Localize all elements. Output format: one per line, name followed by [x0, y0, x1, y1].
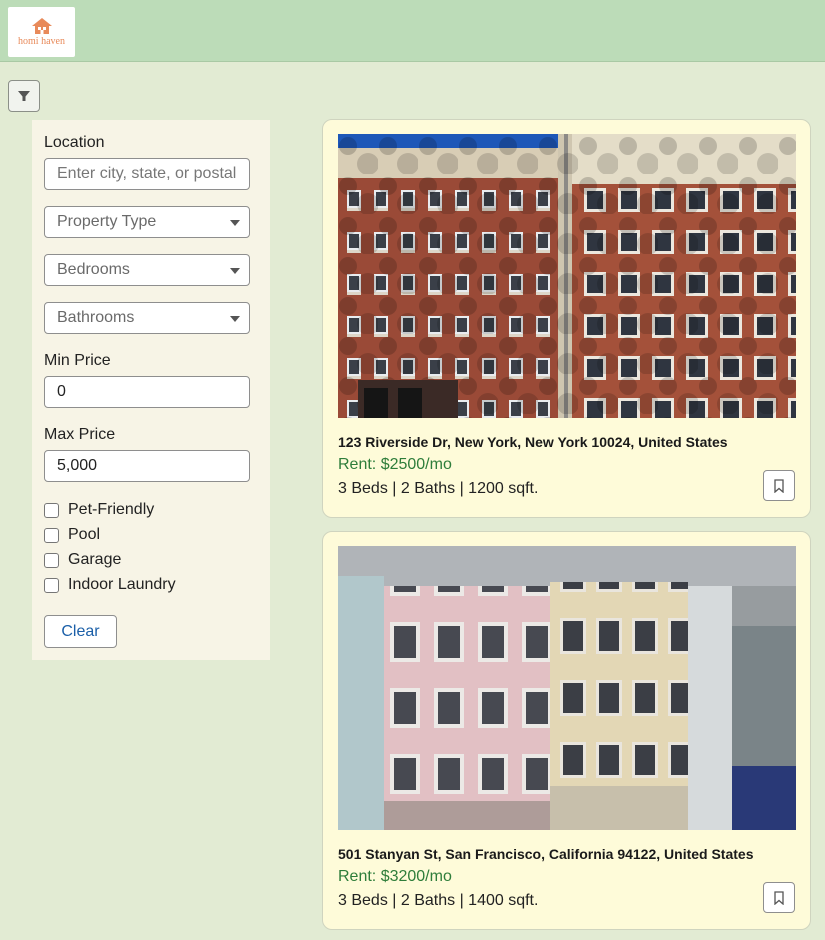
amenity-label: Garage: [68, 551, 122, 568]
listing-rent: Rent: $2500/mo: [338, 456, 452, 473]
property-type-value: Property Type: [57, 213, 157, 230]
chevron-down-icon: [230, 316, 240, 322]
amenity-label: Indoor Laundry: [68, 576, 176, 593]
listing-details: 3 Beds | 2 Baths | 1200 sqft.: [338, 480, 539, 497]
pet-friendly-checkbox[interactable]: [44, 502, 59, 518]
amenity-indoor-laundry[interactable]: Indoor Laundry: [44, 575, 176, 595]
location-label: Location: [44, 134, 105, 151]
bookmark-icon: [774, 890, 784, 905]
filter-panel: Location Property Type Bedrooms Bathroom…: [32, 120, 270, 660]
listing-photo[interactable]: [338, 134, 796, 418]
filter-toggle-button[interactable]: [8, 80, 40, 112]
bookmark-button[interactable]: [763, 470, 795, 501]
bedrooms-select[interactable]: Bedrooms: [44, 254, 250, 286]
house-icon: [31, 18, 52, 34]
indoor-laundry-checkbox[interactable]: [44, 577, 59, 593]
bathrooms-value: Bathrooms: [57, 309, 135, 326]
bathrooms-select[interactable]: Bathrooms: [44, 302, 250, 334]
amenity-label: Pool: [68, 526, 101, 543]
property-type-select[interactable]: Property Type: [44, 206, 250, 238]
chevron-down-icon: [230, 268, 240, 274]
listing-rent: Rent: $3200/mo: [338, 868, 452, 885]
min-price-label: Min Price: [44, 352, 111, 369]
logo[interactable]: homi haven: [8, 7, 75, 57]
logo-text: homi haven: [18, 36, 65, 47]
listing-address: 501 Stanyan St, San Francisco, Californi…: [338, 846, 754, 862]
max-price-label: Max Price: [44, 426, 116, 443]
bedrooms-value: Bedrooms: [57, 261, 130, 278]
bookmark-icon: [774, 478, 784, 493]
garage-checkbox[interactable]: [44, 552, 59, 568]
bookmark-button[interactable]: [763, 882, 795, 913]
listing-address: 123 Riverside Dr, New York, New York 100…: [338, 434, 728, 450]
pool-checkbox[interactable]: [44, 527, 59, 543]
location-input[interactable]: [44, 158, 250, 190]
amenity-garage[interactable]: Garage: [44, 550, 121, 570]
funnel-icon: [18, 91, 30, 101]
listing-card[interactable]: 501 Stanyan St, San Francisco, Californi…: [322, 531, 811, 930]
listing-photo[interactable]: [338, 546, 796, 830]
min-price-input[interactable]: [44, 376, 250, 408]
clear-button[interactable]: Clear: [44, 615, 117, 648]
amenity-pet-friendly[interactable]: Pet-Friendly: [44, 500, 154, 520]
amenity-label: Pet-Friendly: [68, 501, 155, 518]
max-price-input[interactable]: [44, 450, 250, 482]
chevron-down-icon: [230, 220, 240, 226]
listing-details: 3 Beds | 2 Baths | 1400 sqft.: [338, 892, 539, 909]
top-bar: homi haven: [0, 0, 825, 62]
listing-card[interactable]: 123 Riverside Dr, New York, New York 100…: [322, 119, 811, 518]
amenity-pool[interactable]: Pool: [44, 525, 100, 545]
